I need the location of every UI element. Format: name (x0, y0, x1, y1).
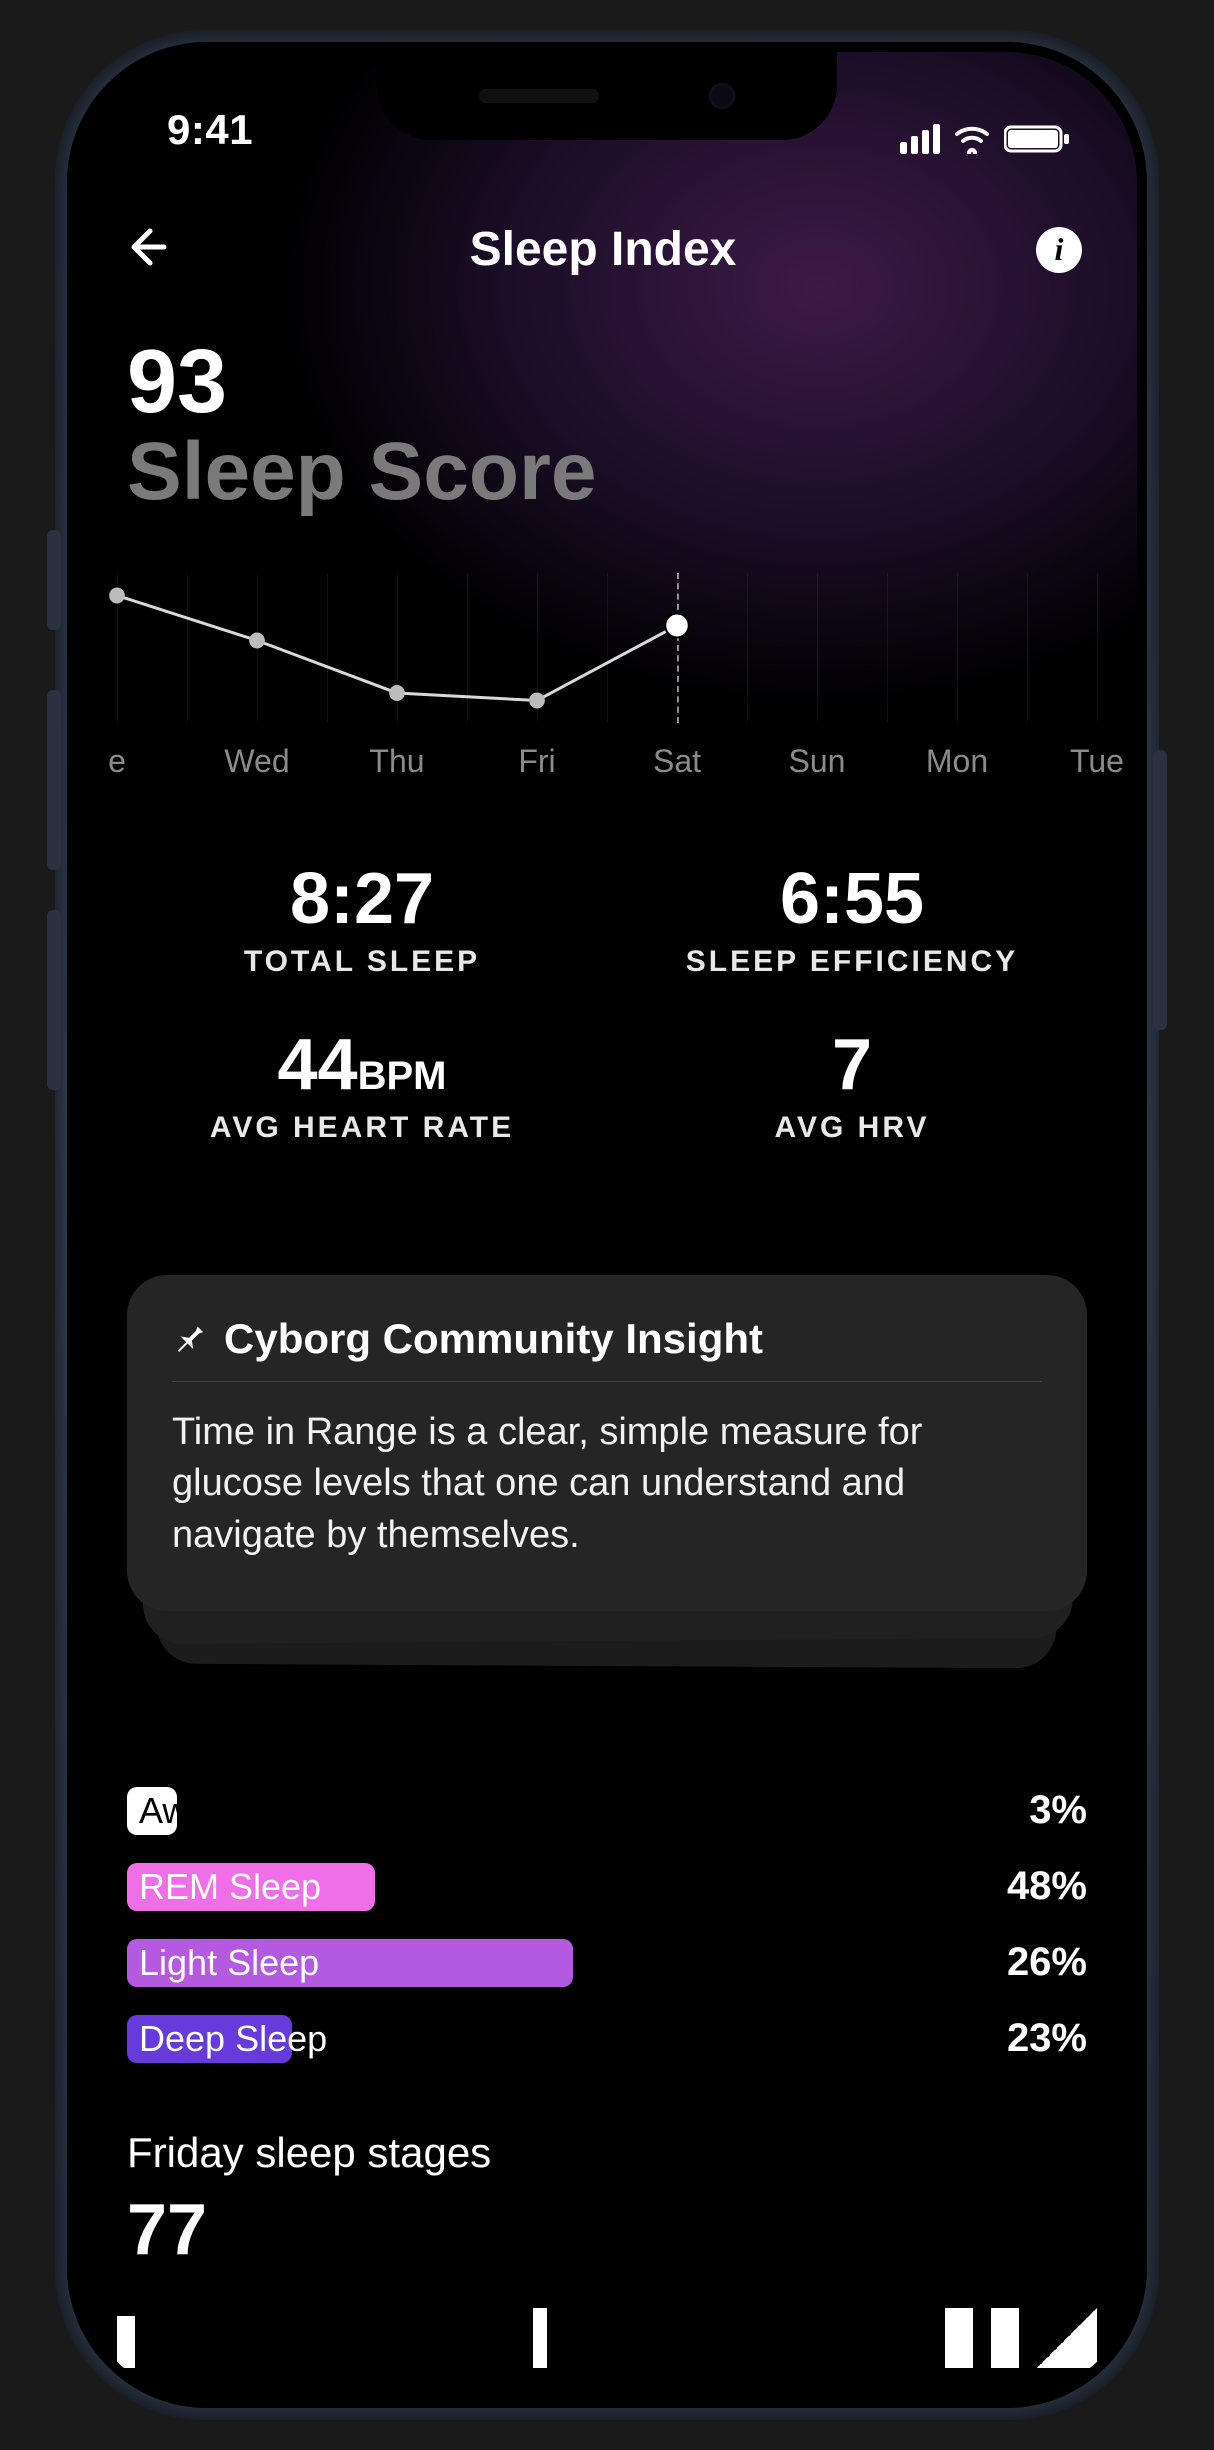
stage-row: Deep Sleep 23% (127, 2009, 1087, 2069)
sleep-score-label: Sleep Score (127, 431, 1097, 513)
wifi-icon (952, 124, 992, 154)
metric-sleep-efficiency: 6:55 SLEEP EFFICIENCY (607, 863, 1097, 979)
back-button[interactable] (122, 223, 170, 276)
metric-avg-heart-rate: 44BPM AVG HEART RATE (117, 1029, 607, 1145)
chart-axis-label: Wed (224, 743, 289, 780)
metric-label: AVG HEART RATE (117, 1111, 607, 1145)
metric-label: SLEEP EFFICIENCY (607, 945, 1097, 979)
metric-value: 7 (607, 1029, 1097, 1101)
chart-axis-label: e (108, 743, 126, 780)
chart-axis-label: Fri (518, 743, 555, 780)
sleep-stages-chart: Awake 3% REM Sleep 48% Light Sleep 26% Deep Sl… (117, 1781, 1097, 2069)
pin-icon (172, 1318, 206, 1361)
phone-frame: 9:41 Sleep Index i (55, 30, 1159, 2420)
metric-value: 6:55 (607, 863, 1097, 935)
bottom-bar-shapes (117, 2308, 1097, 2368)
metric-value: 8:27 (117, 863, 607, 935)
stage-row: REM Sleep 48% (127, 1857, 1087, 1917)
device-notch (377, 52, 837, 140)
battery-icon (1004, 124, 1072, 154)
sleep-stages-title: Friday sleep stages (117, 2129, 1097, 2177)
chart-axis-label: Tue (1070, 743, 1124, 780)
stage-row: Awake 3% (127, 1781, 1087, 1841)
metric-label: AVG HRV (607, 1111, 1097, 1145)
chart-axis-label: Mon (926, 743, 988, 780)
chart-axis-label: Sat (653, 743, 701, 780)
metric-total-sleep: 8:27 TOTAL SLEEP (117, 863, 607, 979)
stage-bar: Deep Sleep (127, 2015, 292, 2063)
sleep-score-value: 93 (127, 337, 1097, 427)
stage-percent: 3% (977, 1788, 1087, 1833)
stage-percent: 23% (977, 2016, 1087, 2061)
insight-title: Cyborg Community Insight (224, 1315, 763, 1363)
stage-bar: REM Sleep (127, 1863, 375, 1911)
stage-percent: 26% (977, 1940, 1087, 1985)
page-title: Sleep Index (470, 222, 737, 277)
insight-card-stack[interactable]: Cyborg Community Insight Time in Range i… (127, 1275, 1087, 1611)
chart-axis-label: Sun (789, 743, 846, 780)
stage-row: Light Sleep 26% (127, 1933, 1087, 1993)
metric-value: 44 (278, 1025, 358, 1105)
chart-axis-label: Thu (369, 743, 424, 780)
status-time: 9:41 (167, 106, 253, 154)
metric-avg-hrv: 7 AVG HRV (607, 1029, 1097, 1145)
side-button-power (1153, 750, 1167, 1030)
side-button-mute (47, 530, 61, 630)
stage-bar: Light Sleep (127, 1939, 573, 1987)
cellular-icon (900, 124, 940, 154)
side-button-vol-up (47, 690, 61, 870)
sleep-stages-value: 77 (117, 2189, 1097, 2271)
stage-bar: Awake (127, 1787, 177, 1835)
metric-unit: BPM (358, 1054, 447, 1098)
metric-label: TOTAL SLEEP (117, 945, 607, 979)
stage-percent: 48% (977, 1864, 1087, 1909)
insight-body: Time in Range is a clear, simple measure… (172, 1407, 1042, 1561)
side-button-vol-down (47, 910, 61, 1090)
insight-card[interactable]: Cyborg Community Insight Time in Range i… (127, 1275, 1087, 1611)
info-button[interactable]: i (1036, 227, 1082, 273)
sleep-score-chart[interactable]: eWedThuFriSatSunMonTue (117, 573, 1097, 793)
